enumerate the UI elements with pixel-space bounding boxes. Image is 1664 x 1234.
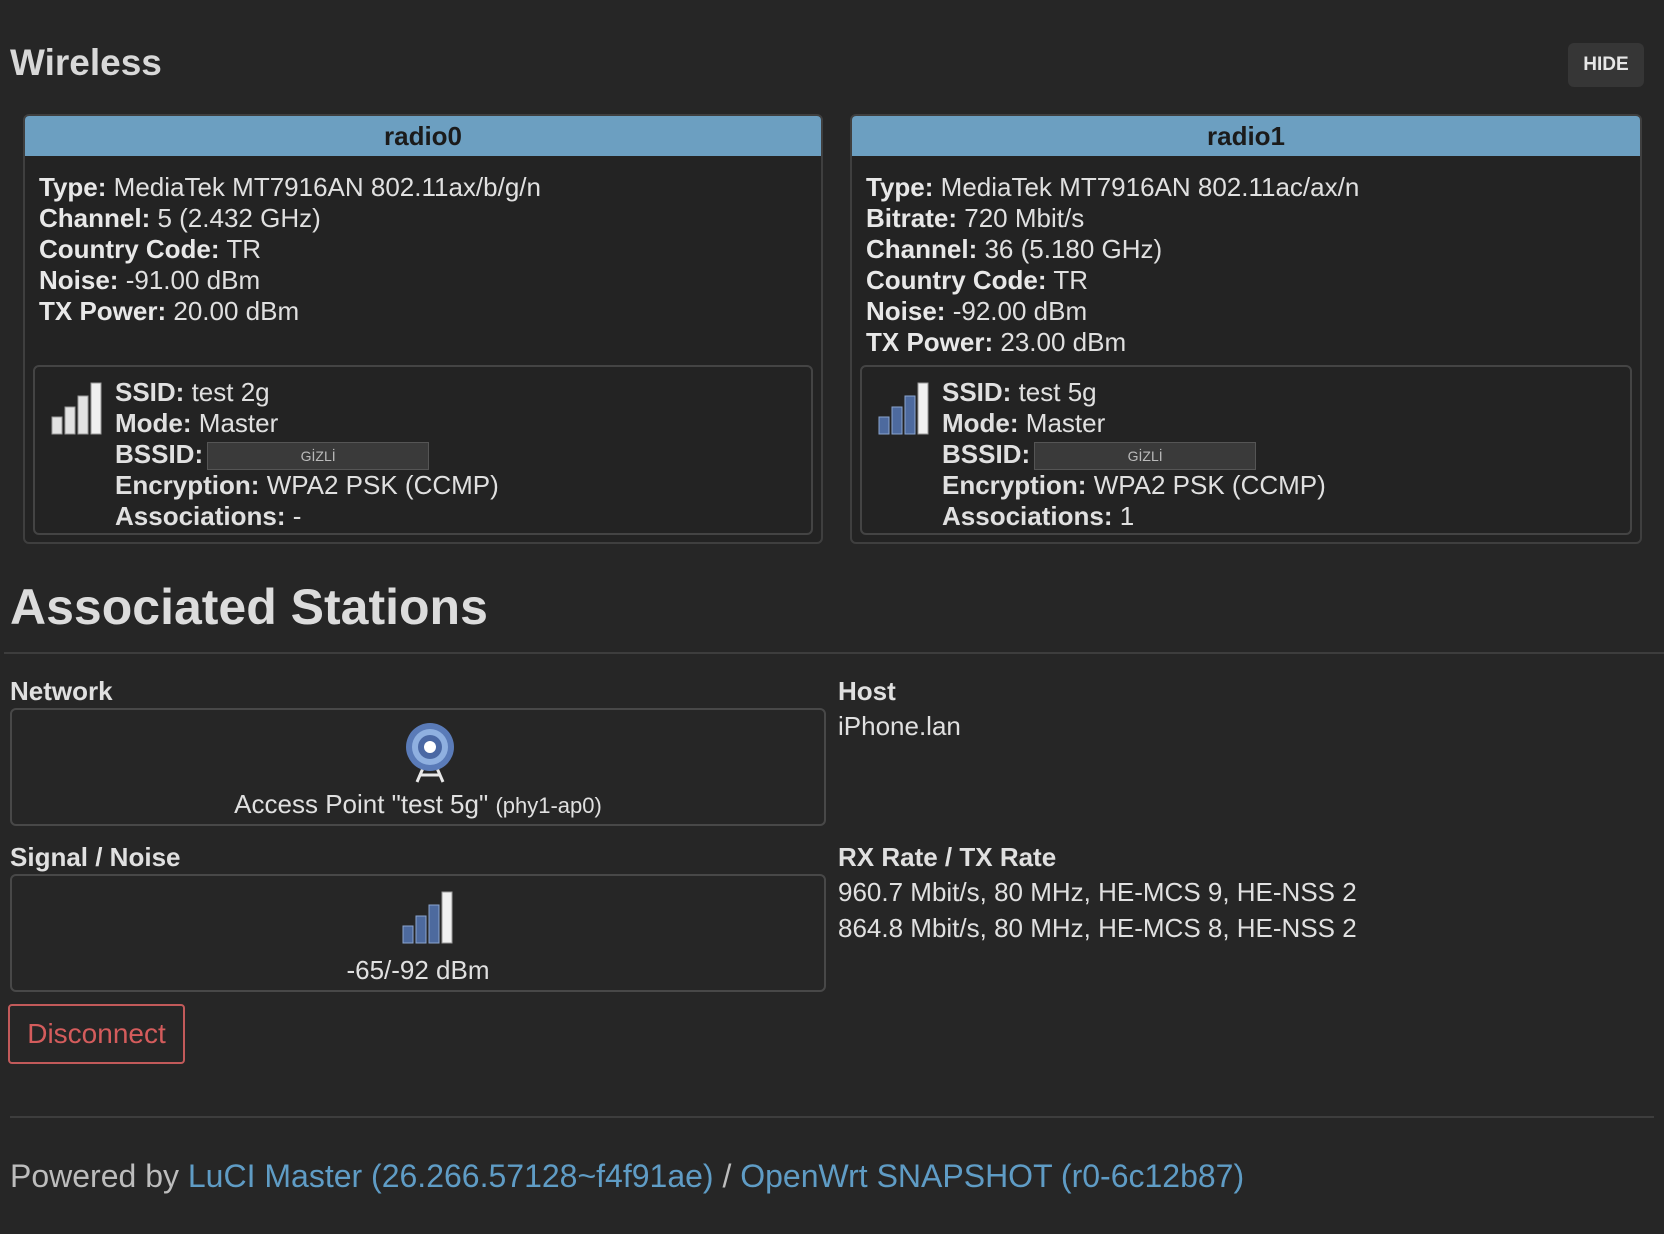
signal-strength-icon [402,891,453,944]
radio1-txpower: TX Power: 23.00 dBm [866,327,1127,357]
signal-noise-cell: -65/-92 dBm [10,874,826,992]
radio1-encryption: Encryption: WPA2 PSK (CCMP) [942,470,1326,501]
radio1-channel: Channel: 36 (5.180 GHz) [866,234,1163,264]
radio0-channel: Channel: 5 (2.432 GHz) [39,203,321,233]
divider [4,652,1664,654]
tx-rate-value: 864.8 Mbit/s, 80 MHz, HE-MCS 8, HE-NSS 2 [838,913,1357,943]
radio1-bitrate: Bitrate: 720 Mbit/s [866,203,1085,233]
luci-link[interactable]: LuCI Master (26.266.57128~f4f91ae) [188,1158,714,1194]
network-cell: Access Point "test 5g" (phy1-ap0) [10,708,826,826]
radio0-mode: Mode: Master [115,408,279,438]
radio0-bssid: BSSID: GİZLİ [115,439,499,471]
footer: Powered by LuCI Master (26.266.57128~f4f… [10,1158,1244,1195]
radio0-ssid: SSID: test 2g [115,377,270,407]
radio1-card: radio1 Type: MediaTek MT7916AN 802.11ac/… [850,114,1642,544]
radio1-country: Country Code: TR [866,265,1088,295]
disconnect-button[interactable]: Disconnect [8,1004,185,1064]
radio0-interface: SSID: test 2g Mode: Master BSSID: GİZLİ E… [33,365,813,535]
radio0-type: Type: MediaTek MT7916AN 802.11ax/b/g/n [39,172,541,202]
radio0-encryption: Encryption: WPA2 PSK (CCMP) [115,470,499,501]
radio0-header: radio0 [25,116,821,156]
associated-stations-title: Associated Stations [10,579,488,635]
rate-label: RX Rate / TX Rate [838,842,1057,872]
access-point-icon [406,723,454,783]
radio1-bssid: BSSID: GİZLİ [942,439,1326,471]
footer-prefix: Powered by [10,1158,179,1194]
wireless-section-title: Wireless [10,42,162,83]
signal-bars-inactive-icon [51,382,102,435]
radio1-ssid: SSID: test 5g [942,377,1097,407]
radio1-noise: Noise: -92.00 dBm [866,296,1088,326]
bssid-redacted-box: GİZLİ [207,442,430,471]
openwrt-link[interactable]: OpenWrt SNAPSHOT (r0-6c12b87) [740,1158,1244,1194]
radio0-info: Type: MediaTek MT7916AN 802.11ax/b/g/n C… [25,156,821,327]
radio1-associations: Associations: 1 [942,501,1135,532]
signal-noise-value: -65/-92 dBm [346,955,490,985]
host-label: Host [838,676,896,706]
signal-bars-active-icon [878,382,929,435]
signal-noise-label: Signal / Noise [10,842,181,872]
radio0-card: radio0 Type: MediaTek MT7916AN 802.11ax/… [23,114,823,544]
bssid-redacted-box: GİZLİ [1034,442,1257,471]
radio1-type: Type: MediaTek MT7916AN 802.11ac/ax/n [866,172,1360,202]
radio0-country: Country Code: TR [39,234,261,264]
radio0-noise: Noise: -91.00 dBm [39,265,261,295]
hide-button[interactable]: HIDE [1568,43,1644,87]
radio1-interface: SSID: test 5g Mode: Master BSSID: GİZLİ E… [860,365,1632,535]
radio1-info: Type: MediaTek MT7916AN 802.11ac/ax/n Bi… [852,156,1640,358]
footer-separator: / [722,1158,732,1194]
network-label: Network [10,676,113,706]
network-caption: Access Point "test 5g" (phy1-ap0) [234,789,602,819]
radio1-header: radio1 [852,116,1640,156]
radio1-mode: Mode: Master [942,408,1106,438]
footer-divider [10,1116,1654,1118]
radio0-associations: Associations: - [115,501,302,532]
host-value: iPhone.lan [838,711,961,741]
radio0-txpower: TX Power: 20.00 dBm [39,296,300,326]
rx-rate-value: 960.7 Mbit/s, 80 MHz, HE-MCS 9, HE-NSS 2 [838,877,1357,907]
